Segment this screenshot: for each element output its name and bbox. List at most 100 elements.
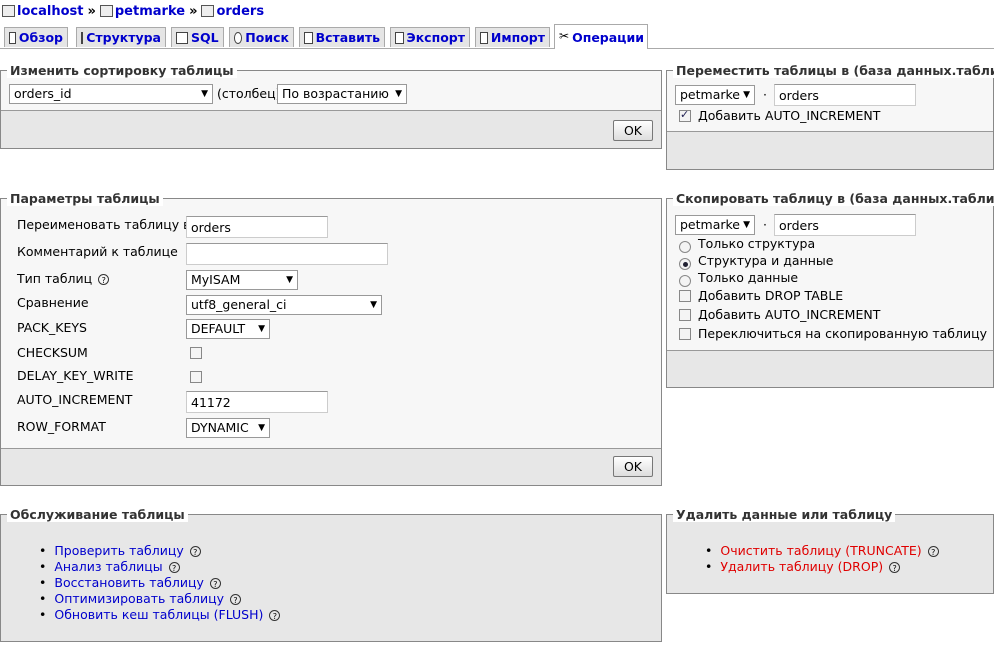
tab-operations[interactable]: ✂ Операции [554,24,648,49]
tab-import[interactable]: Импорт [475,27,550,47]
tab-structure[interactable]: Структура [76,27,166,47]
move-db-select[interactable]: petmarke ▼ [675,85,755,105]
help-icon[interactable]: ? [889,562,901,573]
list-item: Анализ таблицы? [39,559,280,575]
sort-column-select[interactable]: orders_id ▼ [9,84,213,104]
copy-data-label: Только данные [698,270,799,285]
copy-dot: · [763,217,767,232]
insert-icon [304,31,313,44]
optimize-table-link[interactable]: Оптимизировать таблицу [54,591,224,606]
pack-keys-select[interactable]: DEFAULT ▼ [186,319,270,339]
copy-legend: Скопировать таблицу в (база данных.табли… [673,191,994,206]
chevron-down-icon: ▼ [395,89,402,99]
tab-label: Импорт [490,30,545,45]
move-auto-increment-checkbox[interactable] [679,108,691,122]
collation-value: utf8_general_ci [191,297,287,312]
checksum-checkbox[interactable] [190,347,202,359]
copy-data-radio[interactable] [679,275,691,287]
delay-key-write-checkbox[interactable] [190,371,202,383]
delete-legend: Удалить данные или таблицу [673,507,896,522]
chevron-down-icon: ▼ [258,423,265,433]
sort-legend: Изменить сортировку таблицы [7,63,237,78]
move-fieldset: Переместить таблицы в (база данных.табли… [666,63,994,170]
delete-fieldset: Удалить данные или таблицу Очистить табл… [666,507,994,594]
flush-table-link[interactable]: Обновить кеш таблицы (FLUSH) [54,607,263,622]
maintenance-fieldset: Обслуживание таблицы Проверить таблицу? … [0,507,662,642]
copy-structure-data-radio[interactable] [679,258,691,270]
rename-input[interactable] [186,216,328,238]
tab-insert[interactable]: Вставить [299,27,385,47]
maintenance-list: Проверить таблицу? Анализ таблицы? Восст… [39,543,281,623]
sort-order-value: По возрастанию [282,86,389,101]
table-type-value: MyISAM [191,272,241,287]
truncate-table-link[interactable]: Очистить таблицу (TRUNCATE) [720,543,921,558]
tab-search[interactable]: Поиск [229,27,294,47]
copy-auto-increment-label: Добавить AUTO_INCREMENT [698,307,881,322]
breadcrumb-separator: » [87,3,96,19]
breadcrumb-server[interactable]: localhost [17,4,83,19]
help-icon[interactable]: ? [269,610,281,621]
list-item: Обновить кеш таблицы (FLUSH)? [39,607,281,623]
copy-structure-label: Только структура [698,236,816,251]
browse-icon [9,31,16,44]
collation-select[interactable]: utf8_general_ci ▼ [186,295,382,315]
copy-structure-data-label: Структура и данные [698,253,834,268]
table-type-select[interactable]: MyISAM ▼ [186,270,298,290]
sort-fieldset: Изменить сортировку таблицы orders_id ▼ (… [0,63,662,149]
copy-switch-checkbox[interactable] [679,328,691,340]
copy-table-input[interactable] [774,214,916,236]
check-table-link[interactable]: Проверить таблицу [54,543,183,558]
list-item: Очистить таблицу (TRUNCATE)? [705,543,939,559]
analyze-table-link[interactable]: Анализ таблицы [54,559,162,574]
help-icon[interactable]: ? [98,274,110,285]
export-icon [395,31,404,44]
tab-label: Поиск [245,30,289,45]
copy-db-select[interactable]: petmarke ▼ [675,215,755,235]
copy-structure-radio[interactable] [679,241,691,253]
sort-order-select[interactable]: По возрастанию ▼ [277,84,407,104]
chevron-down-icon: ▼ [743,90,750,100]
tab-export[interactable]: Экспорт [390,27,470,47]
params-ok-button[interactable]: OK [613,456,653,477]
delete-list: Очистить таблицу (TRUNCATE)? Удалить таб… [705,543,939,575]
tab-label: Операции [572,29,644,45]
pack-keys-label: PACK_KEYS [17,320,87,335]
help-icon[interactable]: ? [168,562,180,573]
copy-fieldset: Скопировать таблицу в (база данных.табли… [666,191,994,388]
tab-label: Экспорт [406,30,465,45]
search-icon [234,31,243,44]
help-icon[interactable]: ? [189,546,201,557]
comment-input[interactable] [186,243,388,265]
tab-sql[interactable]: SQL [171,27,224,47]
import-icon [480,31,488,44]
row-format-select[interactable]: DYNAMIC ▼ [186,418,270,438]
copy-db-value: petmarke [680,217,740,232]
tab-bar: Обзор Структура SQL Поиск Вставить Экспо… [0,24,994,49]
chevron-down-icon: ▼ [201,89,208,99]
drop-table-link[interactable]: Удалить таблицу (DROP) [720,559,883,574]
breadcrumb-database[interactable]: petmarke [115,4,185,19]
copy-drop-table-checkbox[interactable] [679,290,691,302]
sort-ok-button[interactable]: OK [613,120,653,141]
auto-increment-input[interactable] [186,391,328,413]
copy-auto-increment-checkbox[interactable] [679,309,691,321]
breadcrumb-separator: » [189,3,198,19]
comment-label: Комментарий к таблице [17,244,178,259]
help-icon[interactable]: ? [230,594,242,605]
params-body [1,199,661,449]
maintenance-legend: Обслуживание таблицы [7,507,188,522]
tab-label: SQL [191,30,219,45]
pack-keys-value: DEFAULT [191,321,246,336]
help-icon[interactable]: ? [209,578,221,589]
tab-label: Вставить [315,30,380,45]
rename-label: Переименовать таблицу в [17,217,191,232]
table-type-label: Тип таблиц? [17,271,110,286]
breadcrumb-table[interactable]: orders [216,4,264,19]
sort-column-value: orders_id [14,86,72,101]
help-icon[interactable]: ? [927,546,939,557]
move-table-input[interactable] [774,84,916,106]
tab-browse[interactable]: Обзор [4,27,68,47]
list-item: Восстановить таблицу? [39,575,280,591]
params-fieldset: Параметры таблицы Переименовать таблицу … [0,191,662,486]
repair-table-link[interactable]: Восстановить таблицу [54,575,204,590]
